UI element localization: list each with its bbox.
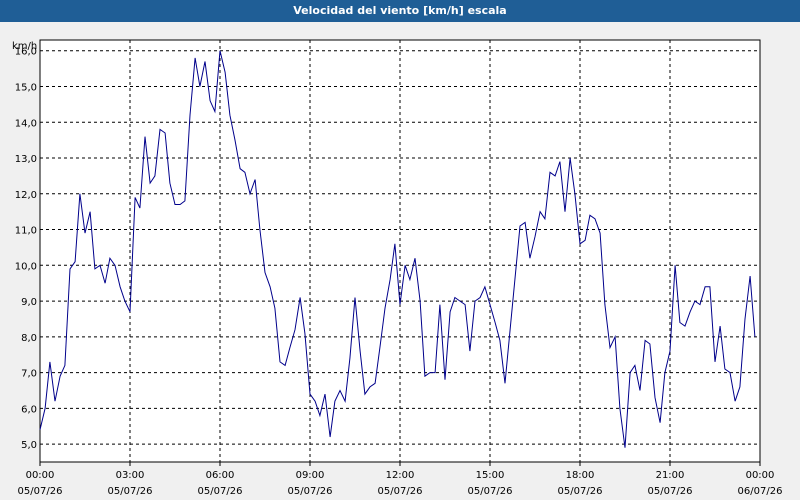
chart-title: Velocidad del viento [km/h] escala (0, 0, 800, 22)
y-tick-label: 11,0 (15, 226, 37, 237)
x-tick-date: 05/07/26 (468, 486, 513, 497)
x-tick-date: 05/07/26 (18, 486, 63, 497)
x-tick-time: 18:00 (566, 470, 595, 481)
x-tick-date: 05/07/26 (648, 486, 693, 497)
x-tick-date: 05/07/26 (288, 486, 333, 497)
x-tick-time: 06:00 (206, 470, 235, 481)
x-tick-date: 05/07/26 (378, 486, 423, 497)
x-tick-date: 06/07/26 (738, 486, 783, 497)
x-tick-time: 12:00 (386, 470, 415, 481)
wind-speed-chart: 5,0 6,0 7,0 8,0 9,0 10,0 11,0 12,0 13,0 14,0 15,0 1… (12, 39, 783, 497)
x-tick-date: 05/07/26 (108, 486, 153, 497)
x-tick-date: 05/07/26 (198, 486, 243, 497)
y-tick-label: 9,0 (21, 297, 37, 308)
x-tick-date: 05/07/26 (558, 486, 603, 497)
y-axis-unit-label: km/h (12, 41, 37, 52)
x-tick-time: 09:00 (296, 470, 325, 481)
y-tick-label: 14,0 (15, 118, 37, 129)
x-tick-time: 15:00 (476, 470, 505, 481)
y-tick-label: 7,0 (21, 369, 37, 380)
y-tick-label: 6,0 (21, 404, 37, 415)
y-axis-ticks: 5,06,07,08,09,010,011,012,013,014,015,01… (15, 47, 37, 451)
x-axis-ticks: 00:00 05/07/26 03:00 05/07/26 06:00 05/07/26 0… (18, 462, 783, 497)
x-tick-time: 00:00 (746, 470, 775, 481)
y-tick-label: 10,0 (15, 261, 37, 272)
y-tick-label: 13,0 (15, 154, 37, 165)
y-tick-label: 12,0 (15, 190, 37, 201)
x-tick-time: 21:00 (656, 470, 685, 481)
y-tick-label: 5,0 (21, 440, 37, 451)
x-tick-time: 00:00 (26, 470, 55, 481)
y-tick-label: 15,0 (15, 82, 37, 93)
y-tick-label: 8,0 (21, 333, 37, 344)
x-tick-time: 03:00 (116, 470, 145, 481)
